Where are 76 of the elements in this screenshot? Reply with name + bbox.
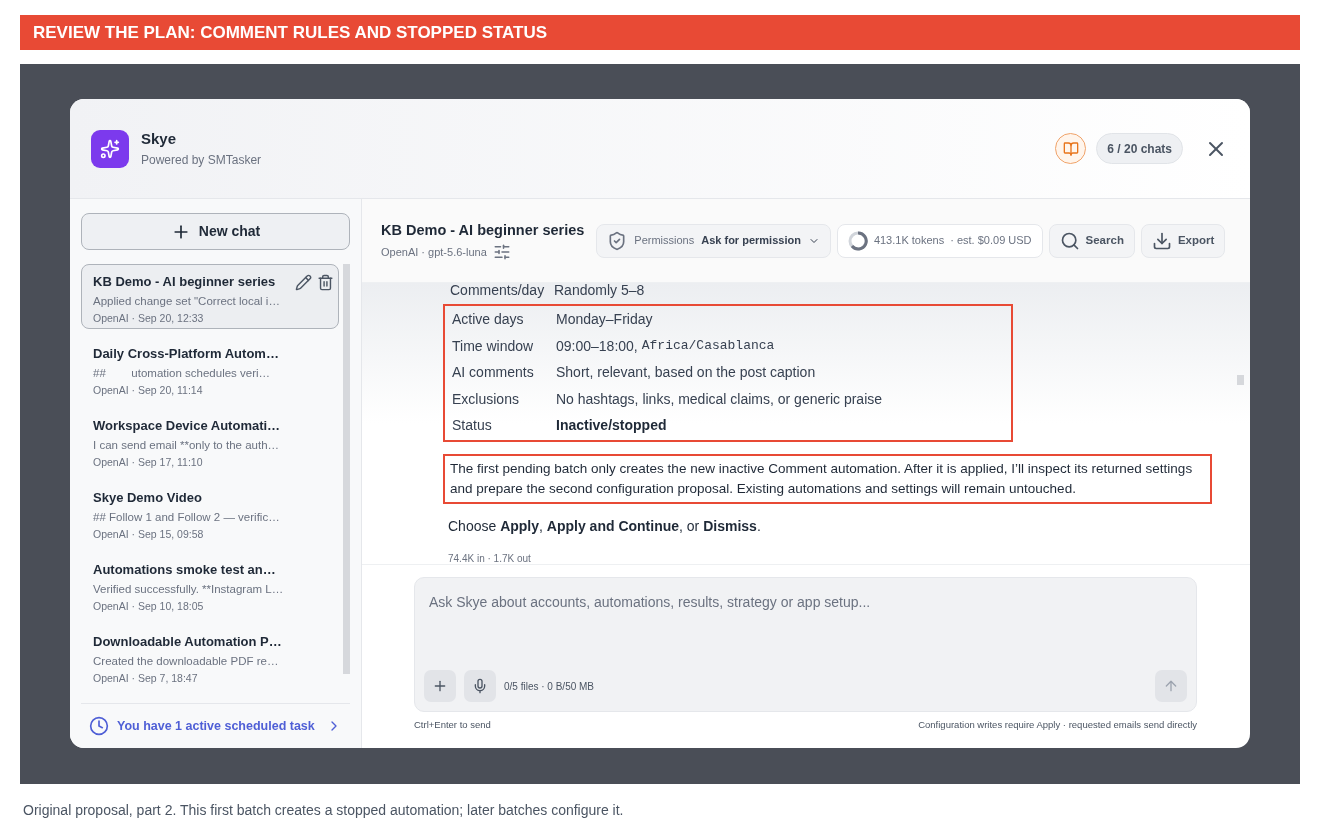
scrollbar-thumb[interactable] [1237, 375, 1244, 385]
chat-preview: Applied change set "Correct local i… [93, 293, 281, 309]
field-value: Short, relevant, based on the post caption [556, 363, 816, 383]
book-button[interactable] [1055, 133, 1087, 164]
scrollbar[interactable] [343, 264, 350, 674]
sparkles-icon [91, 129, 129, 168]
field-value: Monday–Friday [556, 310, 653, 330]
field-label: Exclusions [452, 389, 520, 409]
message-paragraph: The first pending batch only creates the new inactive Comment automation. After it is applied, I’ll inspect its returned settings and prepare the second configuration proposal. Existing automations and settings will remain untouched. [450, 460, 1194, 498]
field-value: 09:00–18:00, [556, 336, 638, 356]
shield-icon [607, 230, 628, 251]
field-value: Randomly 5–8 [554, 280, 645, 300]
figure-caption: Original proposal, part 2. This first batch creates a stopped automation; later batches configure it. [23, 801, 625, 820]
chat-heading: KB Demo - AI beginner series [381, 220, 585, 240]
chat-title: Daily Cross-Platform Autom… [93, 345, 279, 363]
assistant-name: Skye [141, 129, 178, 150]
edit-icon[interactable] [295, 274, 312, 291]
chat-title: Automations smoke test an… [93, 561, 276, 579]
progress-ring-icon [847, 230, 868, 251]
field-label: Time window [452, 336, 535, 356]
sliders-icon[interactable] [492, 243, 511, 262]
field-label: AI comments [452, 363, 535, 383]
chat-item[interactable]: Daily Cross-Platform Autom… ## utomation schedules veri… OpenAI · Sep 20, 11:14 [81, 336, 339, 401]
delete-icon[interactable] [317, 274, 334, 291]
chat-title: Skye Demo Video [93, 489, 202, 507]
chat-preview: Verified successfully. **Instagram L… [93, 581, 285, 597]
chat-meta: OpenAI · Sep 10, 18:05 [93, 598, 205, 614]
chat-item[interactable]: Workspace Device Automati… I can send email **only to the auth… OpenAI · Sep 17, 11:10 [81, 408, 339, 473]
chat-preview: ## Follow 1 and Follow 2 — verific… [93, 509, 281, 525]
microphone-button[interactable] [464, 670, 496, 702]
scheduled-task-link[interactable]: You have 1 active scheduled task [81, 703, 350, 748]
microphone-icon [472, 678, 488, 694]
attach-button[interactable] [424, 670, 456, 702]
chat-item[interactable]: Downloadable Automation P… Created the downloadable PDF re… OpenAI · Sep 7, 18:47 [81, 624, 339, 689]
send-hint: Ctrl+Enter to send [414, 718, 491, 732]
chat-preview: I can send email **only to the auth… [93, 437, 281, 453]
download-icon [1151, 230, 1172, 251]
message-input[interactable]: Ask Skye about accounts, automations, results, strategy or app setup... [424, 592, 1187, 670]
choose-prompt: Choose Apply, Apply and Continue, or Dismiss. [448, 517, 762, 536]
token-count: 413.1K tokens [873, 233, 945, 249]
chat-item[interactable]: Skye Demo Video ## Follow 1 and Follow 2 — verific… OpenAI · Sep 15, 09:58 [81, 480, 339, 545]
chat-item[interactable]: KB Demo - AI beginner series Applied change set "Correct local i… OpenAI · Sep 20, 12:33 [81, 264, 339, 329]
file-limit: 0/5 files · 0 B/50 MB [504, 679, 595, 694]
assistant-subtitle: Powered by SMTasker [141, 151, 262, 169]
permissions-dropdown[interactable]: Permissions Ask for permission [596, 223, 831, 258]
model-label: OpenAI · gpt-5.6-luna [381, 245, 487, 261]
message-composer[interactable]: Ask Skye about accounts, automations, results, strategy or app setup... 0/5 files · 0 B/50 MB [414, 577, 1197, 712]
new-chat-button[interactable]: New chat [81, 213, 350, 250]
field-label: Active days [452, 310, 525, 330]
chat-title: Workspace Device Automati… [93, 417, 281, 435]
cost-estimate: · est. $0.09 USD [950, 233, 1032, 249]
export-button[interactable]: Export [1140, 223, 1226, 258]
search-icon [1059, 230, 1080, 251]
banner-title: REVIEW THE PLAN: COMMENT RULES AND STOPPED STATUS [33, 21, 548, 44]
chat-preview: Created the downloadable PDF re… [93, 653, 280, 669]
chat-preview: ## utomation schedules veri… [93, 365, 272, 381]
plus-icon [432, 678, 448, 694]
apply-hint: Configuration writes require Apply · requested emails send directly [918, 718, 1197, 732]
chat-meta: OpenAI · Sep 20, 12:33 [93, 310, 205, 326]
chat-item[interactable]: Automations smoke test an… Verified successfully. **Instagram L… OpenAI · Sep 10, 18:05 [81, 552, 339, 617]
usage-stats: 74.4K in · 1.7K out [448, 552, 532, 566]
chat-title: Downloadable Automation P… [93, 633, 282, 651]
chat-title: KB Demo - AI beginner series [93, 273, 276, 291]
field-value: Inactive/stopped [556, 416, 667, 436]
field-value: No hashtags, links, medical claims, or generic praise [556, 389, 883, 409]
clock-icon [89, 716, 109, 736]
chat-meta: OpenAI · Sep 15, 09:58 [93, 526, 205, 542]
chat-meta: OpenAI · Sep 7, 18:47 [93, 670, 199, 686]
search-button[interactable]: Search [1048, 223, 1135, 258]
timezone-code: Africa/Casablanca [641, 336, 775, 355]
field-label: Status [452, 416, 493, 436]
book-icon [1062, 140, 1079, 157]
chat-meta: OpenAI · Sep 17, 11:10 [93, 454, 204, 470]
field-label: Comments/day [450, 280, 546, 300]
chat-count-badge: 6 / 20 chats [1096, 133, 1183, 164]
chat-meta: OpenAI · Sep 20, 11:14 [93, 382, 204, 398]
